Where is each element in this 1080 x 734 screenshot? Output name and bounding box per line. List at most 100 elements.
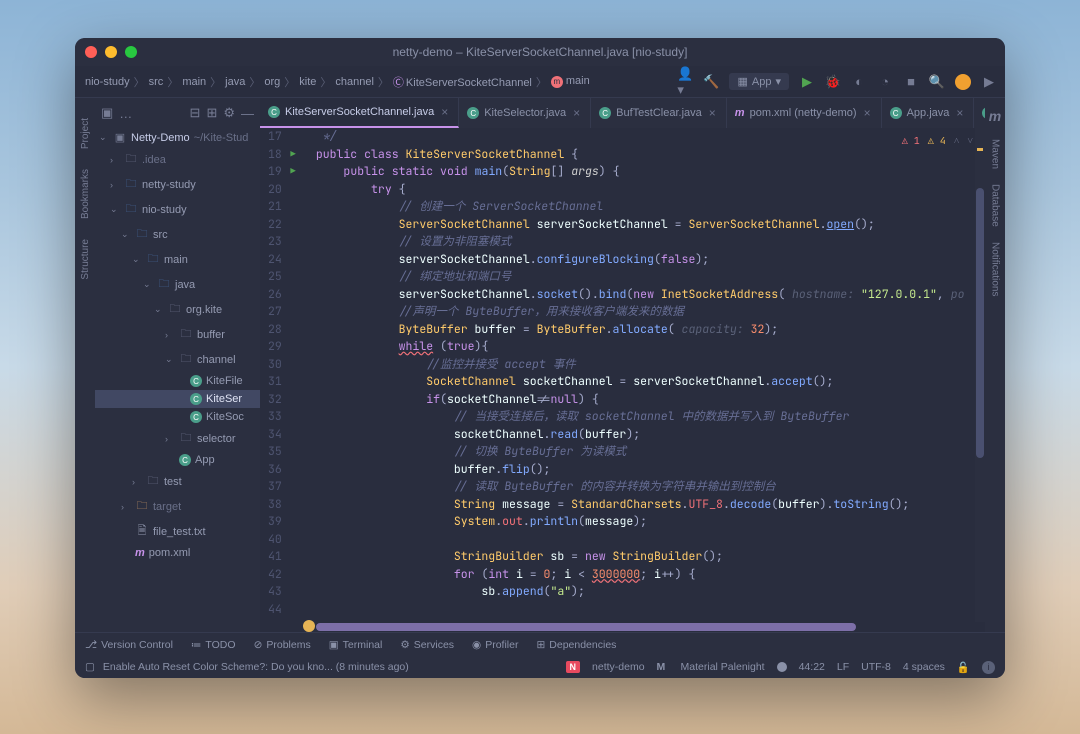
scroll-origin[interactable] bbox=[303, 620, 315, 632]
rail-structure[interactable]: Structure bbox=[80, 239, 91, 280]
rail-maven[interactable]: Maven bbox=[990, 139, 1001, 169]
code-editor[interactable]: 1718▶19▶20212223242526272829303132333435… bbox=[260, 128, 985, 622]
status-expand-icon[interactable]: ▢ bbox=[85, 661, 95, 673]
toolwindow-services[interactable]: ⚙Services bbox=[400, 639, 454, 651]
toolwindow-version-control[interactable]: ⎇Version Control bbox=[85, 639, 173, 651]
toolwindow-terminal[interactable]: ▣Terminal bbox=[329, 639, 383, 651]
minimize-window[interactable] bbox=[105, 46, 117, 58]
badge-up-icon[interactable]: ˄ bbox=[954, 132, 960, 150]
editor-tab[interactable]: CKiteServerSocketChannel.java× bbox=[260, 98, 459, 128]
tree-item[interactable]: ⌄🗀main bbox=[95, 247, 260, 272]
rail-database[interactable]: Database bbox=[990, 184, 1001, 227]
hide-icon[interactable]: — bbox=[241, 106, 254, 121]
line-gutter[interactable]: 1718▶19▶20212223242526272829303132333435… bbox=[260, 128, 288, 622]
horizontal-scrollbar[interactable] bbox=[308, 622, 975, 632]
collapse-icon[interactable]: … bbox=[119, 106, 132, 121]
tree-item[interactable]: CKiteFile bbox=[95, 372, 260, 390]
maven-icon: m bbox=[735, 107, 745, 119]
expand-icon[interactable]: ⊞ bbox=[206, 105, 217, 121]
class-icon: C bbox=[890, 107, 902, 119]
project-root[interactable]: ⌄ ▣ Netty-Demo ~/Kite-Stud bbox=[95, 128, 260, 147]
run-icon[interactable]: ▶ bbox=[799, 74, 815, 90]
tree-item[interactable]: ⌄🗀src bbox=[95, 222, 260, 247]
maven-rail-icon[interactable]: m bbox=[989, 108, 1001, 124]
close-window[interactable] bbox=[85, 46, 97, 58]
project-view-icon[interactable]: ▣ bbox=[101, 105, 113, 121]
file-encoding[interactable]: UTF-8 bbox=[861, 661, 891, 673]
tree-item[interactable]: ›🗀.idea bbox=[95, 147, 260, 172]
debug-icon[interactable]: 🐞 bbox=[825, 74, 841, 90]
maximize-window[interactable] bbox=[125, 46, 137, 58]
tree-item[interactable]: CKiteSoc bbox=[95, 408, 260, 426]
editor-tab[interactable]: CBufTestClear.java× bbox=[591, 98, 727, 128]
tree-item[interactable]: 🗎file_test.txt bbox=[95, 519, 260, 544]
rail-project[interactable]: Project bbox=[80, 118, 91, 149]
breadcrumb-item[interactable]: org bbox=[262, 76, 282, 88]
tree-item[interactable]: ›🗀target bbox=[95, 494, 260, 519]
breadcrumb-item[interactable]: nio-study bbox=[83, 76, 132, 88]
editor-tab[interactable]: CKiteSelector.java× bbox=[459, 98, 591, 128]
indent-setting[interactable]: 4 spaces bbox=[903, 661, 945, 673]
error-badge[interactable]: ⚠ 1 bbox=[902, 132, 920, 150]
breadcrumb[interactable]: nio-study〉src〉main〉java〉org〉kite〉channel… bbox=[83, 74, 673, 90]
status-theme[interactable]: Material Palenight bbox=[681, 661, 765, 673]
rail-notifications[interactable]: Notifications bbox=[990, 242, 1001, 296]
breadcrumb-item[interactable]: ⒸKiteServerSocketChannel bbox=[391, 74, 534, 90]
tree-item[interactable]: ›🗀selector bbox=[95, 426, 260, 451]
stop-icon[interactable]: ■ bbox=[903, 74, 919, 90]
tree-item[interactable]: ⌄🗀java bbox=[95, 272, 260, 297]
cursor-position[interactable]: 44:22 bbox=[799, 661, 825, 673]
tree-item[interactable]: ›🗀netty-study bbox=[95, 172, 260, 197]
inspection-badges[interactable]: ⚠ 1 ⚠ 4 ˄ ˅ bbox=[902, 132, 973, 150]
search-icon[interactable]: 🔍 bbox=[929, 74, 945, 90]
code-lines[interactable]: */public class KiteServerSocketChannel {… bbox=[306, 128, 975, 622]
tree-item[interactable]: ›🗀test bbox=[95, 469, 260, 494]
editor-tab[interactable]: mpom.xml (netty-demo)× bbox=[727, 98, 882, 128]
breadcrumb-item[interactable]: channel bbox=[333, 76, 376, 88]
theme-dot-icon[interactable] bbox=[777, 662, 787, 672]
avatar-icon[interactable] bbox=[955, 74, 971, 90]
breadcrumb-item[interactable]: java bbox=[223, 76, 247, 88]
breadcrumb-item[interactable]: mmain bbox=[549, 75, 592, 88]
breadcrumb-item[interactable]: src bbox=[147, 76, 166, 88]
line-ending[interactable]: LF bbox=[837, 661, 849, 673]
select-opened-icon[interactable]: ⊟ bbox=[190, 105, 201, 121]
tab-close-icon[interactable]: × bbox=[707, 106, 718, 120]
project-tree[interactable]: ⌄ ▣ Netty-Demo ~/Kite-Stud ›🗀.idea›🗀nett… bbox=[95, 128, 260, 632]
rail-bookmarks[interactable]: Bookmarks bbox=[80, 169, 91, 219]
toolwindow-profiler[interactable]: ◉Profiler bbox=[472, 639, 518, 651]
tree-item[interactable]: ⌄🗀channel bbox=[95, 347, 260, 372]
tab-close-icon[interactable]: × bbox=[571, 106, 582, 120]
add-config-icon[interactable]: 👤▾ bbox=[677, 74, 693, 90]
more-icon[interactable]: ▶ bbox=[981, 74, 997, 90]
info-icon[interactable]: i bbox=[982, 661, 995, 674]
status-tip[interactable]: Enable Auto Reset Color Scheme?: Do you … bbox=[103, 661, 409, 673]
toolwindow-problems[interactable]: ⊘Problems bbox=[254, 639, 311, 651]
toolwindow-dependencies[interactable]: ⊞Dependencies bbox=[536, 639, 616, 651]
hammer-icon[interactable]: 🔨 bbox=[703, 74, 719, 90]
editor-tab[interactable]: CApp.java× bbox=[882, 98, 975, 128]
breadcrumb-item[interactable]: main bbox=[180, 76, 208, 88]
warning-badge[interactable]: ⚠ 4 bbox=[928, 132, 946, 150]
tree-item[interactable]: mpom.xml bbox=[95, 544, 260, 562]
tree-item[interactable]: CApp bbox=[95, 451, 260, 469]
readonly-icon[interactable]: 🔓 bbox=[957, 661, 970, 674]
tab-close-icon[interactable]: × bbox=[954, 106, 965, 120]
tab-close-icon[interactable]: × bbox=[439, 105, 450, 119]
settings-icon[interactable]: ⚙ bbox=[223, 105, 235, 121]
editor-tab[interactable]: CFutu× bbox=[974, 98, 985, 128]
status-project[interactable]: netty-demo bbox=[592, 661, 645, 673]
tree-item[interactable]: ⌄🗀org.kite bbox=[95, 297, 260, 322]
coverage-icon[interactable]: ◐ bbox=[851, 74, 867, 90]
breadcrumb-item[interactable]: kite bbox=[297, 76, 318, 88]
status-badge[interactable]: N bbox=[566, 661, 581, 673]
run-config-selector[interactable]: ▦ App ▾ bbox=[729, 73, 789, 90]
profiler-icon[interactable]: ◔ bbox=[877, 74, 893, 90]
toolwindow-todo[interactable]: ≔TODO bbox=[191, 639, 236, 651]
badge-down-icon[interactable]: ˅ bbox=[967, 132, 973, 150]
tree-item[interactable]: ›🗀buffer bbox=[95, 322, 260, 347]
tree-item[interactable]: ⌄🗀nio-study bbox=[95, 197, 260, 222]
vertical-scrollbar[interactable] bbox=[975, 128, 985, 622]
tab-close-icon[interactable]: × bbox=[862, 106, 873, 120]
tree-item[interactable]: CKiteSer bbox=[95, 390, 260, 408]
